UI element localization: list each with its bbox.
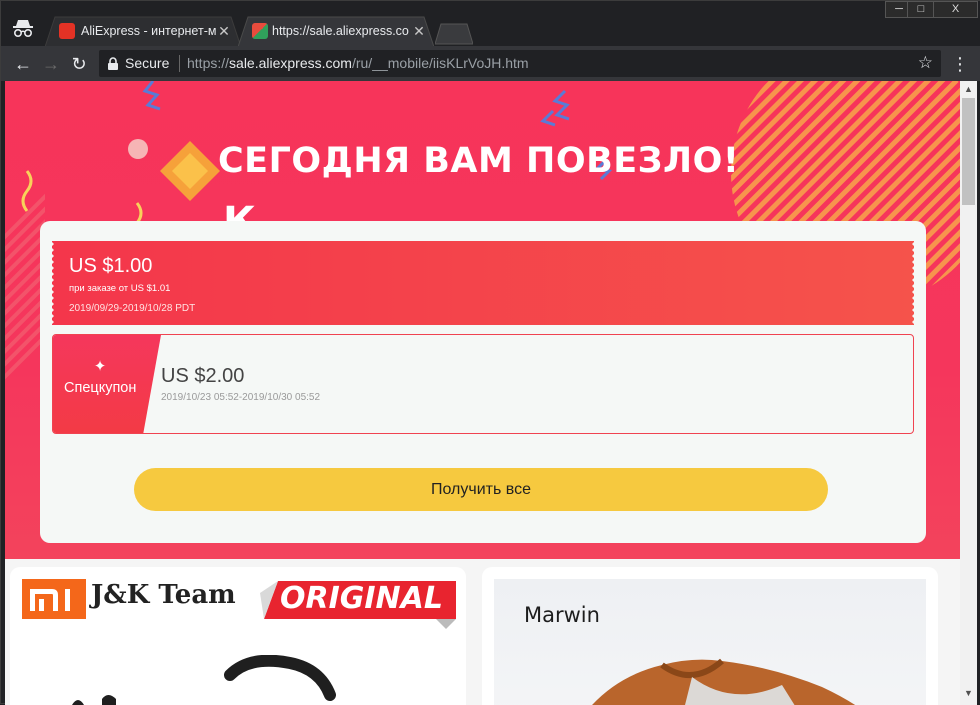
- maximize-button[interactable]: □: [907, 1, 935, 18]
- browser-menu-icon[interactable]: ⋮: [951, 54, 969, 74]
- close-window-button[interactable]: X: [933, 1, 978, 18]
- original-tag-text: ORIGINAL: [280, 581, 443, 616]
- url-host: sale.aliexpress.com: [229, 55, 352, 71]
- coupon-card[interactable]: US $1.00 при заказе от US $1.01 2019/09/…: [51, 241, 915, 325]
- aliexpress-favicon-icon: [59, 23, 75, 39]
- sweater-image: [592, 658, 856, 705]
- new-tab-button[interactable]: [435, 23, 473, 45]
- tab-title: AliExpress - интернет-м: [81, 24, 217, 38]
- product-image: [72, 655, 336, 705]
- address-bar[interactable]: Secure https://sale.aliexpress.com/ru/__…: [99, 50, 941, 77]
- sparkle-icon: ✦: [93, 358, 107, 375]
- brand-text: Marwin: [524, 603, 600, 627]
- coupon-dates: 2019/09/29-2019/10/28 PDT: [69, 303, 196, 314]
- page-scrollbar[interactable]: ▲ ▼: [960, 81, 977, 705]
- coupon-perforation-left: [51, 241, 54, 325]
- coupon-dates: 2019/10/23 05:52-2019/10/30 05:52: [161, 392, 321, 403]
- coupon-amount: US $2.00: [161, 365, 245, 387]
- url-path: /ru/__mobile/iisKLrVoJH.htm: [351, 55, 529, 71]
- back-button[interactable]: ←: [11, 52, 35, 76]
- forward-button[interactable]: →: [39, 52, 63, 76]
- brand-text: J&K Team: [91, 580, 236, 610]
- lock-icon: [108, 57, 118, 70]
- coupon-amount: US $1.00: [69, 255, 153, 277]
- scrollbar-thumb[interactable]: [962, 98, 975, 205]
- address-divider: [179, 55, 180, 72]
- page-viewport: СЕГОДНЯ ВАМ ПОВЕЗЛО! К US $1.00 при зака…: [5, 81, 960, 705]
- incognito-icon: [13, 20, 33, 38]
- special-coupon-card[interactable]: ✦ Спецкупон US $2.00 2019/10/23 05:52-20…: [52, 334, 914, 434]
- close-tab-icon[interactable]: ✕: [411, 23, 427, 39]
- secure-label: Secure: [125, 55, 170, 71]
- hero-title: СЕГОДНЯ ВАМ ПОВЕЗЛО!: [218, 141, 740, 181]
- url-text[interactable]: https://sale.aliexpress.com/ru/__mobile/…: [187, 55, 529, 71]
- close-tab-icon[interactable]: ✕: [216, 23, 232, 39]
- tab-aliexpress[interactable]: AliExpress - интернет-м ✕: [45, 16, 241, 47]
- url-scheme: https://: [187, 55, 230, 71]
- bookmark-star-icon[interactable]: ☆: [918, 53, 933, 73]
- tab-sale-aliexpress[interactable]: https://sale.aliexpress.co ✕: [238, 16, 434, 47]
- special-coupon-label: Спецкупон: [64, 380, 137, 396]
- get-all-button[interactable]: Получить все: [134, 468, 828, 511]
- coupon-condition: при заказе от US $1.01: [69, 283, 171, 294]
- tab-title: https://sale.aliexpress.co: [272, 24, 409, 38]
- mi-logo-icon: [22, 579, 86, 619]
- aliexpress-sale-favicon-icon: [252, 23, 268, 39]
- browser-toolbar: ← → ↻ Secure https://sale.aliexpress.com…: [1, 46, 980, 81]
- hero-banner: СЕГОДНЯ ВАМ ПОВЕЗЛО! К US $1.00 при зака…: [5, 81, 960, 559]
- tab-strip: AliExpress - интернет-м ✕ https://sale.a…: [1, 1, 980, 47]
- product-card-xiaomi[interactable]: J&K Team ORIGINAL: [10, 567, 466, 705]
- coupon-perforation-right: [912, 241, 915, 325]
- product-card-marwin[interactable]: Marwin: [482, 567, 938, 705]
- browser-window: AliExpress - интернет-м ✕ https://sale.a…: [0, 0, 980, 705]
- reload-button[interactable]: ↻: [67, 52, 91, 76]
- scroll-down-arrow-icon[interactable]: ▼: [960, 685, 977, 702]
- coupon-panel: US $1.00 при заказе от US $1.01 2019/09/…: [40, 221, 926, 543]
- scroll-up-arrow-icon[interactable]: ▲: [960, 81, 977, 98]
